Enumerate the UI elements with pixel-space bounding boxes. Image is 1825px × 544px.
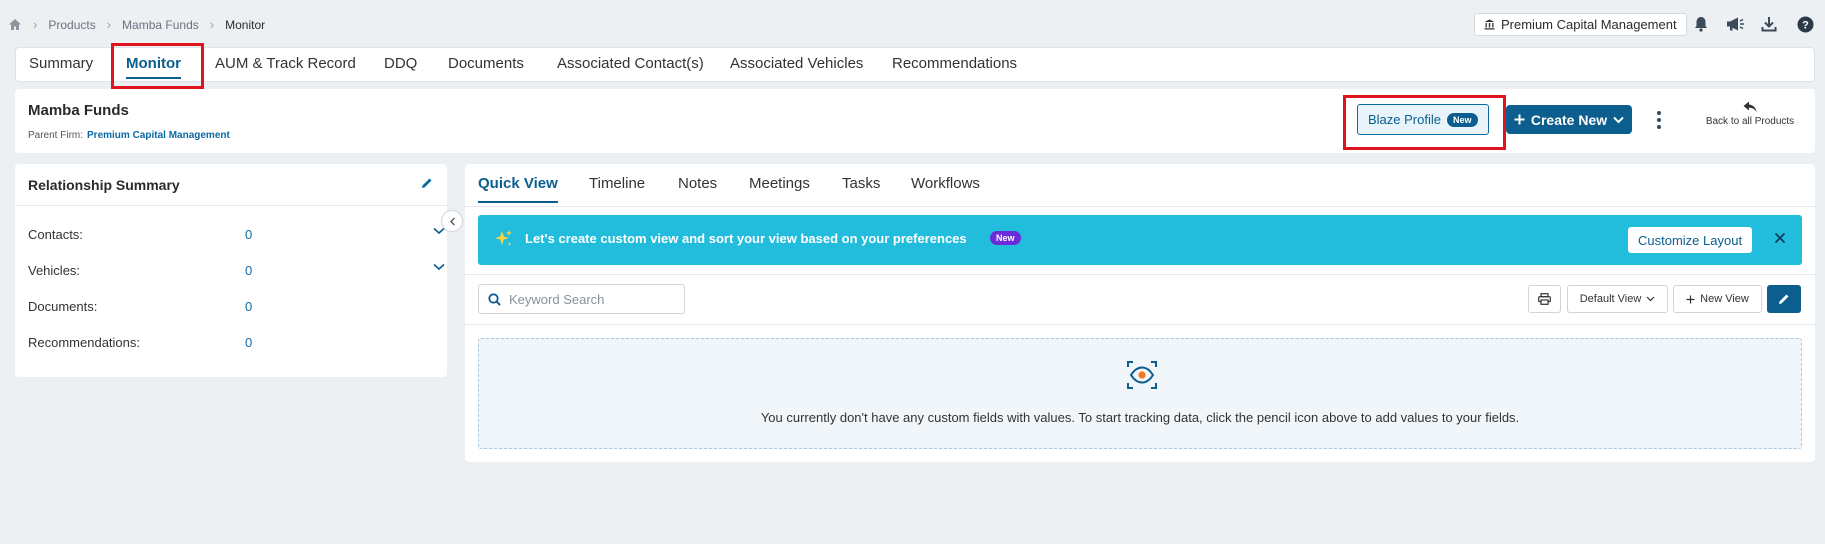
tab-workflows[interactable]: Workflows [911,175,980,192]
breadcrumb-separator: › [209,17,215,32]
print-icon [1538,293,1551,305]
view-select[interactable]: Default View [1567,285,1668,313]
megaphone-icon[interactable] [1725,14,1745,34]
relationship-row-vehicles: Vehicles: 0 [28,263,445,281]
relationship-summary-card: Relationship Summary Contacts: 0 Vehicle… [15,164,447,377]
new-view-button[interactable]: New View [1673,285,1762,313]
new-view-label: New View [1700,293,1749,305]
plus-icon [1686,295,1695,304]
documents-count[interactable]: 0 [245,299,252,314]
keyword-search[interactable] [478,284,685,314]
sparkle-icon [494,229,514,249]
vehicles-count[interactable]: 0 [245,263,252,278]
eye-icon [1126,359,1158,391]
firm-selector-button[interactable]: Premium Capital Management [1474,13,1687,36]
search-icon [488,292,501,306]
relationship-row-documents: Documents: 0 [28,299,428,317]
home-icon[interactable] [8,18,22,31]
product-header: Mamba Funds Parent Firm: Premium Capital … [15,89,1815,153]
tab-tasks[interactable]: Tasks [842,175,880,192]
divider [465,324,1815,325]
highlight-box-blaze-profile [1343,95,1506,150]
contacts-label: Contacts: [28,227,83,242]
relationship-row-contacts: Contacts: 0 [28,227,445,245]
parent-firm: Parent Firm: Premium Capital Management [28,130,230,141]
new-badge: New [990,231,1021,245]
customize-layout-button[interactable]: Customize Layout [1628,227,1753,253]
back-to-products-button[interactable]: Back to all Products [1695,101,1805,127]
divider [465,274,1815,275]
product-tabs: Summary Monitor AUM & Track Record DDQ D… [15,47,1815,82]
tab-quick-view[interactable]: Quick View [478,175,558,203]
breadcrumb-separator: › [106,17,112,32]
plus-icon [1514,114,1525,125]
bank-icon [1484,19,1495,30]
top-bar: › Products › Mamba Funds › Monitor Premi… [0,0,1825,50]
download-icon[interactable] [1759,14,1779,34]
chevron-down-icon[interactable] [433,263,445,271]
create-new-button[interactable]: Create New [1506,105,1632,134]
help-icon[interactable]: ? [1795,14,1815,34]
custom-view-banner: Let's create custom view and sort your v… [478,215,1802,265]
recommendations-label: Recommendations: [28,335,140,350]
parent-firm-label: Parent Firm: [28,130,84,141]
highlight-box-monitor [111,43,204,89]
tab-timeline[interactable]: Timeline [589,175,645,192]
close-icon[interactable] [1774,232,1786,244]
tab-meetings[interactable]: Meetings [749,175,810,192]
breadcrumb-separator: › [33,17,38,32]
relationship-row-recommendations: Recommendations: 0 [28,335,428,353]
chevron-down-icon [1646,296,1655,302]
main-panel: Quick View Timeline Notes Meetings Tasks… [465,164,1815,462]
recommendations-count[interactable]: 0 [245,335,252,350]
chevron-left-icon [449,217,456,226]
breadcrumb-current: Monitor [225,17,266,32]
pencil-icon [1778,293,1790,305]
parent-firm-link[interactable]: Premium Capital Management [87,130,230,141]
view-select-value: Default View [1579,293,1642,305]
back-to-products-label: Back to all Products [1705,116,1795,127]
more-options-icon[interactable] [1652,109,1666,131]
divider [15,205,447,206]
firm-selector-label: Premium Capital Management [1501,17,1677,32]
documents-label: Documents: [28,299,98,314]
contacts-count[interactable]: 0 [245,227,252,242]
breadcrumb: › Products › Mamba Funds › Monitor [8,17,265,32]
page-title: Mamba Funds [28,102,129,119]
tab-associated-vehicles[interactable]: Associated Vehicles [730,55,863,72]
pencil-icon[interactable] [421,177,433,189]
tab-summary[interactable]: Summary [29,55,93,72]
svg-text:?: ? [1802,19,1809,31]
edit-fields-button[interactable] [1767,285,1801,313]
tab-aum-track-record[interactable]: AUM & Track Record [215,55,356,72]
breadcrumb-products[interactable]: Products [48,18,95,32]
reply-icon [1695,101,1805,113]
tab-documents[interactable]: Documents [448,55,524,72]
chevron-down-icon [1613,116,1624,124]
banner-text: Let's create custom view and sort your v… [525,231,967,246]
divider [465,206,1815,207]
print-button[interactable] [1528,285,1561,313]
tab-recommendations[interactable]: Recommendations [892,55,1017,72]
empty-state-message: You currently don't have any custom fiel… [760,410,1520,425]
tab-notes[interactable]: Notes [678,175,717,192]
relationship-summary-title: Relationship Summary [28,177,180,193]
create-new-label: Create New [1530,111,1608,128]
vehicles-label: Vehicles: [28,263,81,278]
tab-associated-contacts[interactable]: Associated Contact(s) [557,55,704,72]
search-input[interactable] [509,291,669,307]
collapse-panel-button[interactable] [441,210,463,232]
breadcrumb-mamba-funds[interactable]: Mamba Funds [122,18,199,32]
empty-state: You currently don't have any custom fiel… [478,338,1802,449]
bell-icon[interactable] [1691,14,1711,34]
tab-ddq[interactable]: DDQ [384,55,417,72]
